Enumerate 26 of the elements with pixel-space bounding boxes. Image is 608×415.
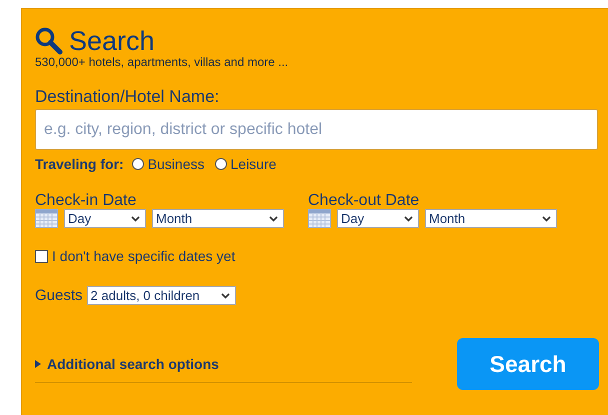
subtitle: 530,000+ hotels, apartments, villas and more ... — [35, 55, 290, 69]
radio-button[interactable] — [214, 158, 226, 170]
month-select[interactable]: Month — [152, 209, 284, 228]
day-select[interactable]: Day — [337, 209, 419, 228]
search-title: Search — [69, 26, 155, 56]
chevron-down-icon — [542, 216, 551, 222]
checkbox-label: I don't have specific dates yet — [52, 248, 236, 264]
chevron-down-icon — [269, 216, 278, 222]
checkbox[interactable] — [35, 250, 48, 262]
radio-label: Business — [148, 156, 204, 172]
day-select[interactable]: Day — [64, 209, 146, 228]
destination-input[interactable]: e.g. city, region, district or specific hotel — [35, 109, 598, 150]
date-label: Check-in Date — [35, 192, 138, 210]
traveling-for-label: Traveling for: — [35, 156, 124, 172]
month-select[interactable]: Month — [425, 209, 557, 228]
destination-label: Destination/Hotel Name: — [35, 87, 220, 107]
chevron-down-icon — [404, 216, 413, 222]
guests-label: Guests — [35, 287, 83, 304]
search-icon — [35, 27, 63, 55]
guests-select[interactable]: 2 adults, 0 children — [86, 286, 236, 305]
additional-options-link[interactable]: Additional search options — [47, 356, 219, 372]
date-label: Check-out Date — [308, 192, 420, 210]
chevron-down-icon — [131, 216, 140, 222]
radio-button[interactable] — [132, 158, 144, 170]
chevron-down-icon — [220, 292, 230, 298]
radio-label: Leisure — [230, 156, 276, 172]
